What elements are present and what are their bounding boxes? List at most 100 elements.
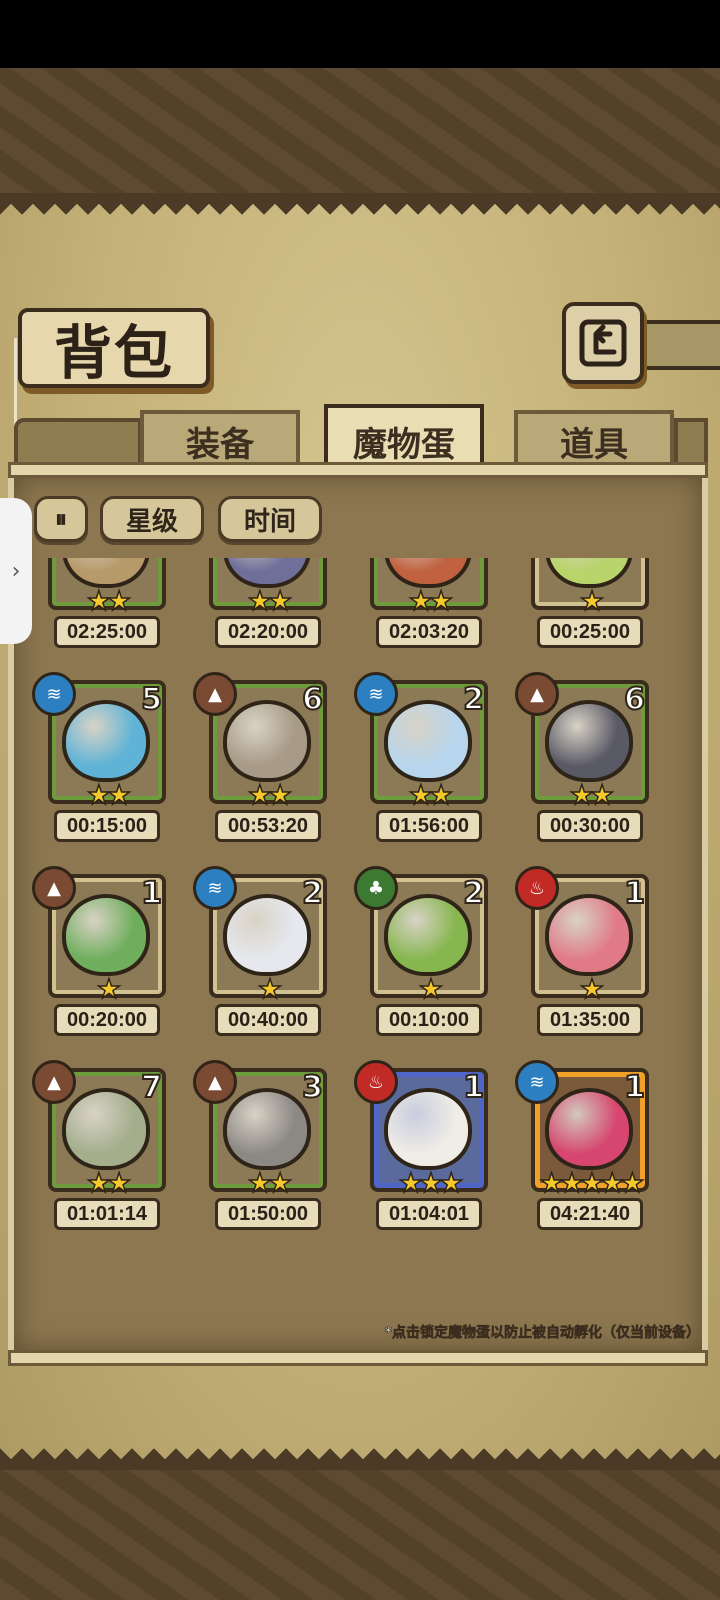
title-plate: 背包 <box>18 308 210 388</box>
star-rating: ★ <box>418 973 444 1006</box>
back-button[interactable] <box>562 302 644 384</box>
star-rating: ★★ <box>86 779 132 812</box>
fire-element-icon: ♨ <box>515 866 559 910</box>
monster-egg-image <box>62 1088 150 1170</box>
egg-card[interactable]: ▲2★★02:25:00 <box>32 558 166 666</box>
frame-bar-bottom <box>8 1350 708 1366</box>
hatch-timer: 01:56:00 <box>376 810 482 842</box>
egg-card[interactable]: ♣5★00:25:00 <box>515 558 649 666</box>
egg-count: 2 <box>301 875 324 912</box>
monster-egg-image <box>384 894 472 976</box>
monster-egg-image <box>62 894 150 976</box>
hatch-timer: 00:20:00 <box>54 1004 160 1036</box>
hatch-timer: 00:53:20 <box>215 810 321 842</box>
star-rating: ★★ <box>247 585 293 618</box>
hatch-timer: 04:21:40 <box>537 1198 643 1230</box>
egg-card[interactable]: ≋2★★02:20:00 <box>193 558 327 666</box>
map-background-bottom <box>0 1470 720 1600</box>
egg-card[interactable]: ≋ 2 ★ 00:40:00 <box>193 866 327 1054</box>
map-background-top <box>0 68 720 193</box>
filter-star-button[interactable]: 星级 <box>100 496 204 542</box>
monster-egg-image <box>545 1088 633 1170</box>
monster-egg-image <box>223 1088 311 1170</box>
monster-egg-image <box>223 894 311 976</box>
earth-element-icon: ▲ <box>515 672 559 716</box>
panel-torn-edge-top <box>0 193 720 215</box>
lock-hint: *点击锁定魔物蛋以防止被自动孵化（仅当前设备） <box>384 1325 700 1342</box>
egg-count: 6 <box>623 681 646 718</box>
hatch-timer: 00:40:00 <box>215 1004 321 1036</box>
egg-card[interactable]: ≋ 1 ★★★★★ 04:21:40 <box>515 1060 649 1248</box>
egg-grid[interactable]: ▲2★★02:25:00≋2★★02:20:00♨2★★02:03:20♣5★0… <box>32 558 692 1318</box>
earth-element-icon: ▲ <box>32 1060 76 1104</box>
star-rating: ★★★ <box>398 1167 464 1200</box>
monster-egg-image <box>223 700 311 782</box>
filter-time-button[interactable]: 时间 <box>218 496 322 542</box>
back-button-rail <box>640 320 720 370</box>
egg-count: 3 <box>301 1069 324 1106</box>
sort-order-button[interactable]: ⏸ <box>34 496 88 542</box>
egg-count: 2 <box>462 681 485 718</box>
water-element-icon: ≋ <box>515 1060 559 1104</box>
egg-count: 7 <box>140 1069 163 1106</box>
monster-egg-image <box>384 1088 472 1170</box>
monster-egg-image <box>62 700 150 782</box>
water-element-icon: ≋ <box>193 866 237 910</box>
egg-card[interactable]: ♣ 2 ★ 00:10:00 <box>354 866 488 1054</box>
egg-card[interactable]: ≋ 5 ★★ 00:15:00 <box>32 672 166 860</box>
star-rating: ★★ <box>408 779 454 812</box>
water-element-icon: ≋ <box>354 672 398 716</box>
monster-egg-image <box>545 700 633 782</box>
hatch-timer: 02:03:20 <box>376 616 482 648</box>
egg-count: 1 <box>623 1069 646 1106</box>
egg-count: 1 <box>462 1069 485 1106</box>
egg-card[interactable]: ≋ 2 ★★ 01:56:00 <box>354 672 488 860</box>
water-element-icon: ≋ <box>32 672 76 716</box>
egg-count: 2 <box>462 875 485 912</box>
panel-torn-edge-bottom <box>0 1448 720 1470</box>
egg-card[interactable]: ▲ 1 ★ 00:20:00 <box>32 866 166 1054</box>
chevron-right-icon: › <box>11 558 21 584</box>
hatch-timer: 01:04:01 <box>376 1198 482 1230</box>
earth-element-icon: ▲ <box>193 1060 237 1104</box>
hatch-timer: 01:01:14 <box>54 1198 160 1230</box>
egg-count: 6 <box>301 681 324 718</box>
egg-card[interactable]: ▲ 7 ★★ 01:01:14 <box>32 1060 166 1248</box>
star-rating: ★ <box>96 973 122 1006</box>
star-rating: ★★ <box>247 1167 293 1200</box>
monster-egg-image <box>545 894 633 976</box>
side-drawer-handle[interactable]: › <box>0 498 32 644</box>
egg-card[interactable]: ▲ 3 ★★ 01:50:00 <box>193 1060 327 1248</box>
star-rating: ★ <box>257 973 283 1006</box>
hatch-timer: 02:20:00 <box>215 616 321 648</box>
star-rating: ★★ <box>86 585 132 618</box>
egg-count: 1 <box>623 875 646 912</box>
egg-card[interactable]: ♨ 1 ★ 01:35:00 <box>515 866 649 1054</box>
star-rating: ★★ <box>569 779 615 812</box>
hatch-timer: 00:10:00 <box>376 1004 482 1036</box>
hatch-timer: 00:25:00 <box>537 616 643 648</box>
grass-element-icon: ♣ <box>354 866 398 910</box>
egg-card[interactable]: ♨2★★02:03:20 <box>354 558 488 666</box>
sort-icon: ⏸ <box>55 505 67 533</box>
egg-card[interactable]: ♨ 1 ★★★ 01:04:01 <box>354 1060 488 1248</box>
star-rating: ★★ <box>247 779 293 812</box>
earth-element-icon: ▲ <box>32 866 76 910</box>
fire-element-icon: ♨ <box>354 1060 398 1104</box>
hatch-timer: 00:15:00 <box>54 810 160 842</box>
page-title: 背包 <box>53 319 174 387</box>
hatch-timer: 01:50:00 <box>215 1198 321 1230</box>
earth-element-icon: ▲ <box>193 672 237 716</box>
hatch-timer: 00:30:00 <box>537 810 643 842</box>
star-rating: ★★ <box>408 585 454 618</box>
star-rating: ★★★★★ <box>539 1167 646 1200</box>
egg-count: 1 <box>140 875 163 912</box>
star-rating: ★★ <box>86 1167 132 1200</box>
egg-count: 5 <box>140 681 163 718</box>
egg-card[interactable]: ▲ 6 ★★ 00:53:20 <box>193 672 327 860</box>
hatch-timer: 02:25:00 <box>54 616 160 648</box>
frame-bar-top <box>8 462 708 478</box>
star-rating: ★ <box>579 585 605 618</box>
hatch-timer: 01:35:00 <box>537 1004 643 1036</box>
egg-card[interactable]: ▲ 6 ★★ 00:30:00 <box>515 672 649 860</box>
